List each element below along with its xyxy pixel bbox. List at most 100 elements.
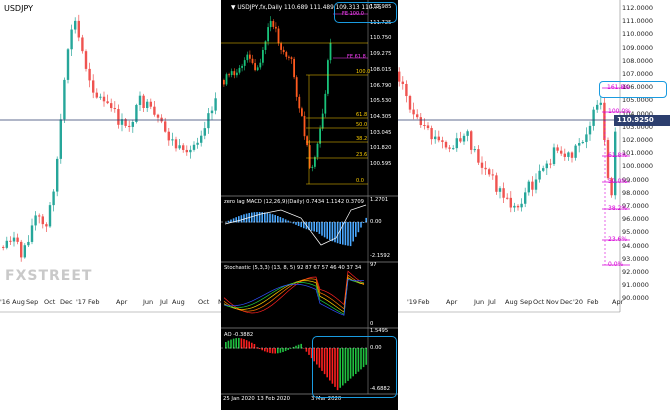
macd-bar xyxy=(251,212,253,223)
ao-bar xyxy=(227,340,230,349)
candle xyxy=(214,98,217,111)
candle xyxy=(102,96,106,102)
fxstreet-logo: FXSTREET xyxy=(5,268,93,284)
inset-candle xyxy=(243,60,246,66)
macd-bar xyxy=(321,222,323,236)
candle xyxy=(52,191,55,206)
stoch-axis-label: 0 xyxy=(370,321,374,327)
price-tick: 90.0000 xyxy=(622,294,649,303)
candle xyxy=(81,37,84,52)
inset-candle xyxy=(327,60,329,94)
fib-label: 23.6% xyxy=(608,236,628,243)
time-tick: Feb xyxy=(88,298,100,306)
macd-bar xyxy=(331,222,334,242)
candle xyxy=(455,138,458,149)
candle xyxy=(59,119,62,159)
inset-candle xyxy=(249,54,251,59)
macd-bar xyxy=(264,212,266,223)
candle xyxy=(77,20,80,38)
macd-bar xyxy=(243,214,245,223)
candle xyxy=(9,240,12,242)
candle xyxy=(495,175,498,192)
price-tick: 98.0000 xyxy=(622,188,649,197)
macd-bar xyxy=(279,217,282,223)
macd-bar xyxy=(316,222,318,232)
time-tick: '20 xyxy=(573,298,584,306)
time-tick: Oct xyxy=(198,298,210,306)
macd-bar xyxy=(240,215,243,223)
fib-label: 38.2% xyxy=(608,205,628,212)
price-tick: 102.0000 xyxy=(622,136,654,144)
candle xyxy=(405,83,408,97)
ao-bar xyxy=(305,348,308,352)
time-tick: '16 Aug xyxy=(0,298,25,306)
inset-candle xyxy=(319,128,321,144)
candle xyxy=(542,168,545,171)
inset-candle xyxy=(267,27,269,42)
candle xyxy=(448,147,451,149)
candle xyxy=(588,125,592,135)
ao-bar xyxy=(243,339,245,349)
ao-bar xyxy=(284,348,287,352)
candle xyxy=(149,101,152,107)
candle xyxy=(185,149,188,153)
time-tick: Dec xyxy=(560,298,573,306)
inset-candle xyxy=(306,136,308,146)
candle xyxy=(110,103,113,109)
candle xyxy=(138,95,142,105)
candle xyxy=(549,163,552,165)
candle xyxy=(441,140,444,142)
candle xyxy=(560,150,563,154)
candle xyxy=(578,143,581,146)
time-tick: Aug xyxy=(505,298,518,306)
macd-bar xyxy=(313,222,315,232)
inset-candle xyxy=(295,77,298,97)
stoch-title: Stochastic (5,3,3) (13, 8, 5) 92 87 67 5… xyxy=(224,265,362,271)
candle xyxy=(574,145,577,158)
candle xyxy=(164,121,167,132)
time-tick: Jun xyxy=(474,298,485,306)
inset-candle xyxy=(230,71,233,76)
inset-candle xyxy=(311,166,314,168)
inset-candle xyxy=(314,157,316,167)
symbol-label: USDJPY xyxy=(4,4,33,13)
ao-bar xyxy=(295,345,297,349)
time-tick: Jul xyxy=(488,298,496,306)
time-tick: Jun xyxy=(143,298,154,306)
candle xyxy=(95,92,98,98)
fib-label: 0.0% xyxy=(608,261,624,268)
macd-bar xyxy=(362,222,365,223)
candle xyxy=(596,104,599,110)
inset-candle xyxy=(324,93,327,114)
candle xyxy=(524,192,527,204)
time-tick: Nov xyxy=(546,298,559,306)
macd-bar xyxy=(227,220,230,223)
candle xyxy=(207,113,210,129)
inset-price-tick: 110.750 xyxy=(370,35,392,42)
candle xyxy=(563,153,566,157)
candle xyxy=(520,203,523,208)
time-tick: '19 xyxy=(407,298,418,306)
ao-bar xyxy=(235,338,237,349)
inset-candle xyxy=(288,56,290,58)
current-price-badge: 110.9250 xyxy=(614,115,670,126)
candle xyxy=(531,181,534,190)
macd-bar xyxy=(352,222,354,242)
candle xyxy=(614,131,617,196)
ao-bar xyxy=(271,348,274,354)
stoch-line xyxy=(223,274,365,312)
time-tick: Sep xyxy=(520,298,533,306)
time-tick: '17 xyxy=(76,298,87,306)
time-tick: Apr xyxy=(116,298,128,306)
inset-chart[interactable]: ▼ USDJPY,fx,Daily 110.689 111.489 109.31… xyxy=(221,0,398,410)
candle xyxy=(210,110,214,114)
macd-bar xyxy=(258,212,261,223)
stoch-axis-label: 97 xyxy=(370,262,377,268)
macd-bar xyxy=(269,213,271,223)
inset-candle xyxy=(293,58,295,78)
ao-bar xyxy=(279,348,282,353)
candle xyxy=(473,149,476,151)
candle xyxy=(92,80,95,93)
inset-candle xyxy=(272,21,275,27)
candle xyxy=(38,215,41,217)
